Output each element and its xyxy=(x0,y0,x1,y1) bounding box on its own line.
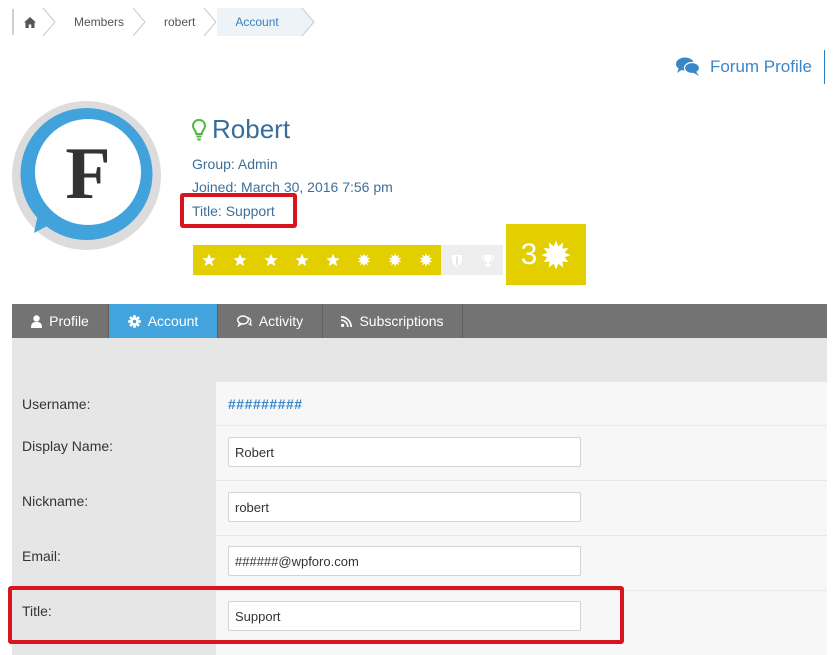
user-display-name: Robert xyxy=(212,114,291,144)
field-value-cell: ######@wpforo.com xyxy=(216,536,827,590)
form-row-nickname: Nickname: robert xyxy=(12,481,827,536)
rating-shield xyxy=(441,245,472,275)
user-group: Group: Admin xyxy=(192,156,278,172)
breadcrumb-separator xyxy=(300,8,315,36)
tab-label: Profile xyxy=(49,313,89,329)
rating-trophy xyxy=(472,245,503,275)
breadcrumb-label: Account xyxy=(235,15,279,29)
rating-sun xyxy=(410,245,441,275)
display-name-input[interactable]: Robert xyxy=(228,437,581,467)
rating-sun xyxy=(348,245,379,275)
breadcrumb: Members robert Account xyxy=(12,8,315,36)
breadcrumb-item-members[interactable]: Members xyxy=(56,8,146,36)
forum-profile-label: Forum Profile xyxy=(709,57,812,76)
username-value: ######### xyxy=(228,396,303,412)
user-icon xyxy=(31,314,43,328)
breadcrumb-item-account[interactable]: Account xyxy=(217,8,315,36)
home-icon xyxy=(24,16,36,28)
rating-stars xyxy=(193,245,503,275)
rating-star xyxy=(317,245,348,275)
form-header xyxy=(12,338,827,382)
tab-subscriptions[interactable]: Subscriptions xyxy=(323,304,463,338)
profile-tabs: Profile Account Activity Subscriptions xyxy=(12,304,827,338)
rating-star xyxy=(224,245,255,275)
form-row-email: Email: ######@wpforo.com xyxy=(12,536,827,591)
breadcrumb-item-robert[interactable]: robert xyxy=(146,8,218,36)
field-value-cell: ######### xyxy=(216,382,827,425)
breadcrumb-separator xyxy=(203,8,218,36)
email-input[interactable]: ######@wpforo.com xyxy=(228,546,581,576)
comments-icon xyxy=(236,315,252,327)
breadcrumb-separator xyxy=(42,8,56,36)
rating-star xyxy=(286,245,317,275)
rss-icon xyxy=(341,315,353,327)
breadcrumb-label: robert xyxy=(164,15,196,29)
tab-profile[interactable]: Profile xyxy=(12,304,109,338)
rating-level-number: 3 xyxy=(520,237,538,271)
avatar-letter: F xyxy=(65,133,110,215)
rating-star xyxy=(193,245,224,275)
field-label: Username: xyxy=(12,382,216,425)
sun-badge-icon xyxy=(541,240,571,269)
breadcrumb-separator xyxy=(132,8,146,36)
tab-activity[interactable]: Activity xyxy=(218,304,323,338)
user-name-row: Robert xyxy=(192,114,290,145)
tab-label: Account xyxy=(147,313,199,329)
rating-star xyxy=(255,245,286,275)
gear-icon xyxy=(127,314,141,328)
forum-profile-link[interactable]: Forum Profile xyxy=(675,50,825,84)
highlight-box-title-field xyxy=(8,586,624,644)
form-row-username: Username: ######### xyxy=(12,382,827,426)
field-value-cell: Robert xyxy=(216,426,827,480)
breadcrumb-home[interactable] xyxy=(14,8,56,36)
lightbulb-icon xyxy=(192,118,206,140)
avatar-logo: F xyxy=(14,103,159,248)
avatar: F xyxy=(12,101,161,250)
tab-account[interactable]: Account xyxy=(109,304,218,338)
field-label: Display Name: xyxy=(12,426,216,480)
rating-level-badge: 3 xyxy=(506,224,586,285)
field-value-cell: robert xyxy=(216,481,827,535)
highlight-box-title xyxy=(180,193,297,228)
form-row-display-name: Display Name: Robert xyxy=(12,426,827,481)
breadcrumb-label: Members xyxy=(74,15,125,29)
tab-label: Subscriptions xyxy=(359,313,444,329)
nickname-input[interactable]: robert xyxy=(228,492,581,522)
rating-sun xyxy=(379,245,410,275)
tab-label: Activity xyxy=(258,313,304,329)
field-label: Nickname: xyxy=(12,481,216,535)
comments-icon xyxy=(675,57,700,76)
field-label: Email: xyxy=(12,536,216,590)
